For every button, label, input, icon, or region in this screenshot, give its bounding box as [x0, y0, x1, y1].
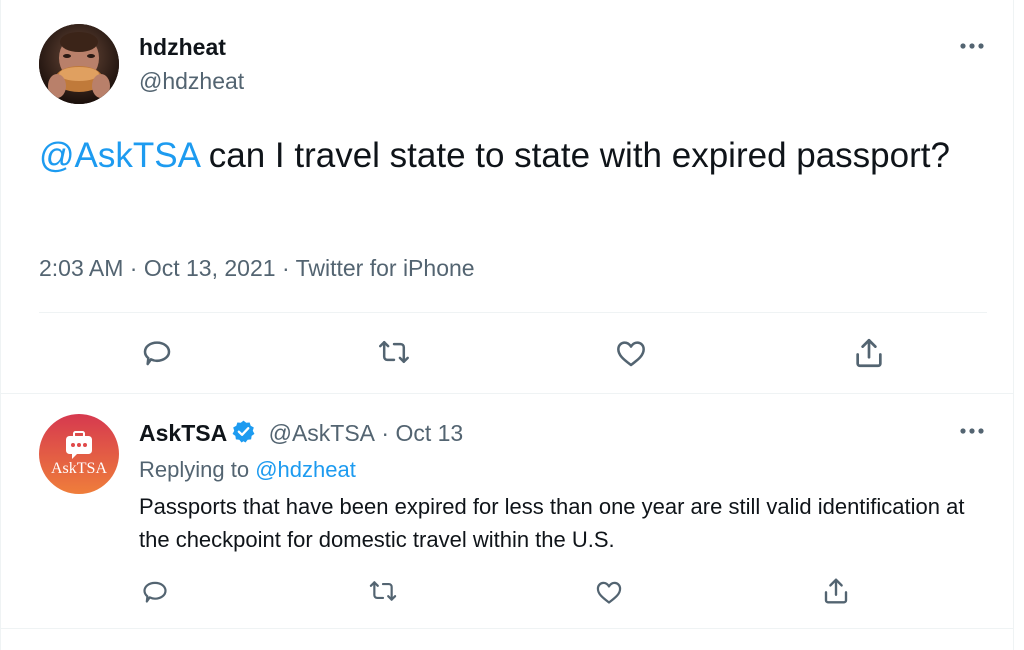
reply-icon	[143, 581, 167, 603]
reply-reply-button[interactable]	[139, 575, 171, 607]
heart-icon	[596, 581, 622, 604]
divider	[39, 312, 987, 313]
reply-more-options-button[interactable]	[957, 421, 987, 441]
like-button[interactable]	[613, 335, 649, 371]
share-icon	[856, 338, 882, 368]
more-icon	[960, 428, 984, 434]
reply-share-button[interactable]	[819, 574, 853, 608]
more-icon	[960, 43, 984, 49]
reply-date[interactable]: Oct 13	[395, 420, 463, 446]
tweet-date[interactable]: Oct 13, 2021	[144, 255, 276, 281]
share-button[interactable]	[850, 334, 888, 372]
tweet-body: can I travel state to state with expired…	[199, 136, 950, 175]
tweet-text: @AskTSA can I travel state to state with…	[39, 134, 969, 177]
reply-text: Passports that have been expired for les…	[139, 494, 965, 552]
retweet-icon	[379, 340, 409, 364]
tweet-thread: hdzheat @hdzheat @AskTSA can I travel st…	[0, 0, 1014, 650]
reply-display-name[interactable]: AskTSA	[139, 420, 227, 446]
replying-to-link[interactable]: @hdzheat	[255, 457, 356, 482]
more-options-button[interactable]	[957, 36, 987, 56]
reply-header: AskTSA @AskTSA · Oct 13	[139, 419, 463, 450]
reply-divider	[1, 628, 1013, 629]
verified-badge-icon	[231, 419, 256, 450]
reply-handle[interactable]: @AskTSA	[269, 420, 375, 446]
meta-separator: ·	[129, 255, 138, 281]
tweet-time[interactable]: 2:03 AM	[39, 255, 123, 281]
retweet-icon	[369, 581, 397, 601]
reply-button[interactable]	[139, 334, 175, 370]
asktsa-avatar[interactable]: AskTSA	[39, 414, 119, 494]
tweet-source[interactable]: Twitter for iPhone	[296, 255, 475, 281]
mention-link[interactable]: @AskTSA	[39, 136, 199, 175]
meta-separator: ·	[281, 255, 290, 281]
reply-separator: ·	[381, 420, 390, 446]
reply-like-button[interactable]	[593, 576, 625, 608]
user-avatar[interactable]	[39, 24, 119, 104]
user-handle[interactable]: @hdzheat	[139, 68, 244, 95]
tweet-divider	[1, 393, 1013, 394]
share-icon	[824, 578, 848, 604]
heart-icon	[617, 341, 645, 367]
reply-icon	[143, 341, 171, 366]
replying-to-prefix: Replying to	[139, 457, 256, 482]
reply-retweet-button[interactable]	[366, 575, 400, 607]
retweet-button[interactable]	[375, 334, 413, 370]
tweet-meta: 2:03 AM · Oct 13, 2021 · Twitter for iPh…	[39, 255, 475, 282]
replying-to: Replying to @hdzheat	[139, 457, 356, 483]
user-display-name[interactable]: hdzheat	[139, 34, 226, 61]
asktsa-logo-text: AskTSA	[50, 460, 107, 477]
